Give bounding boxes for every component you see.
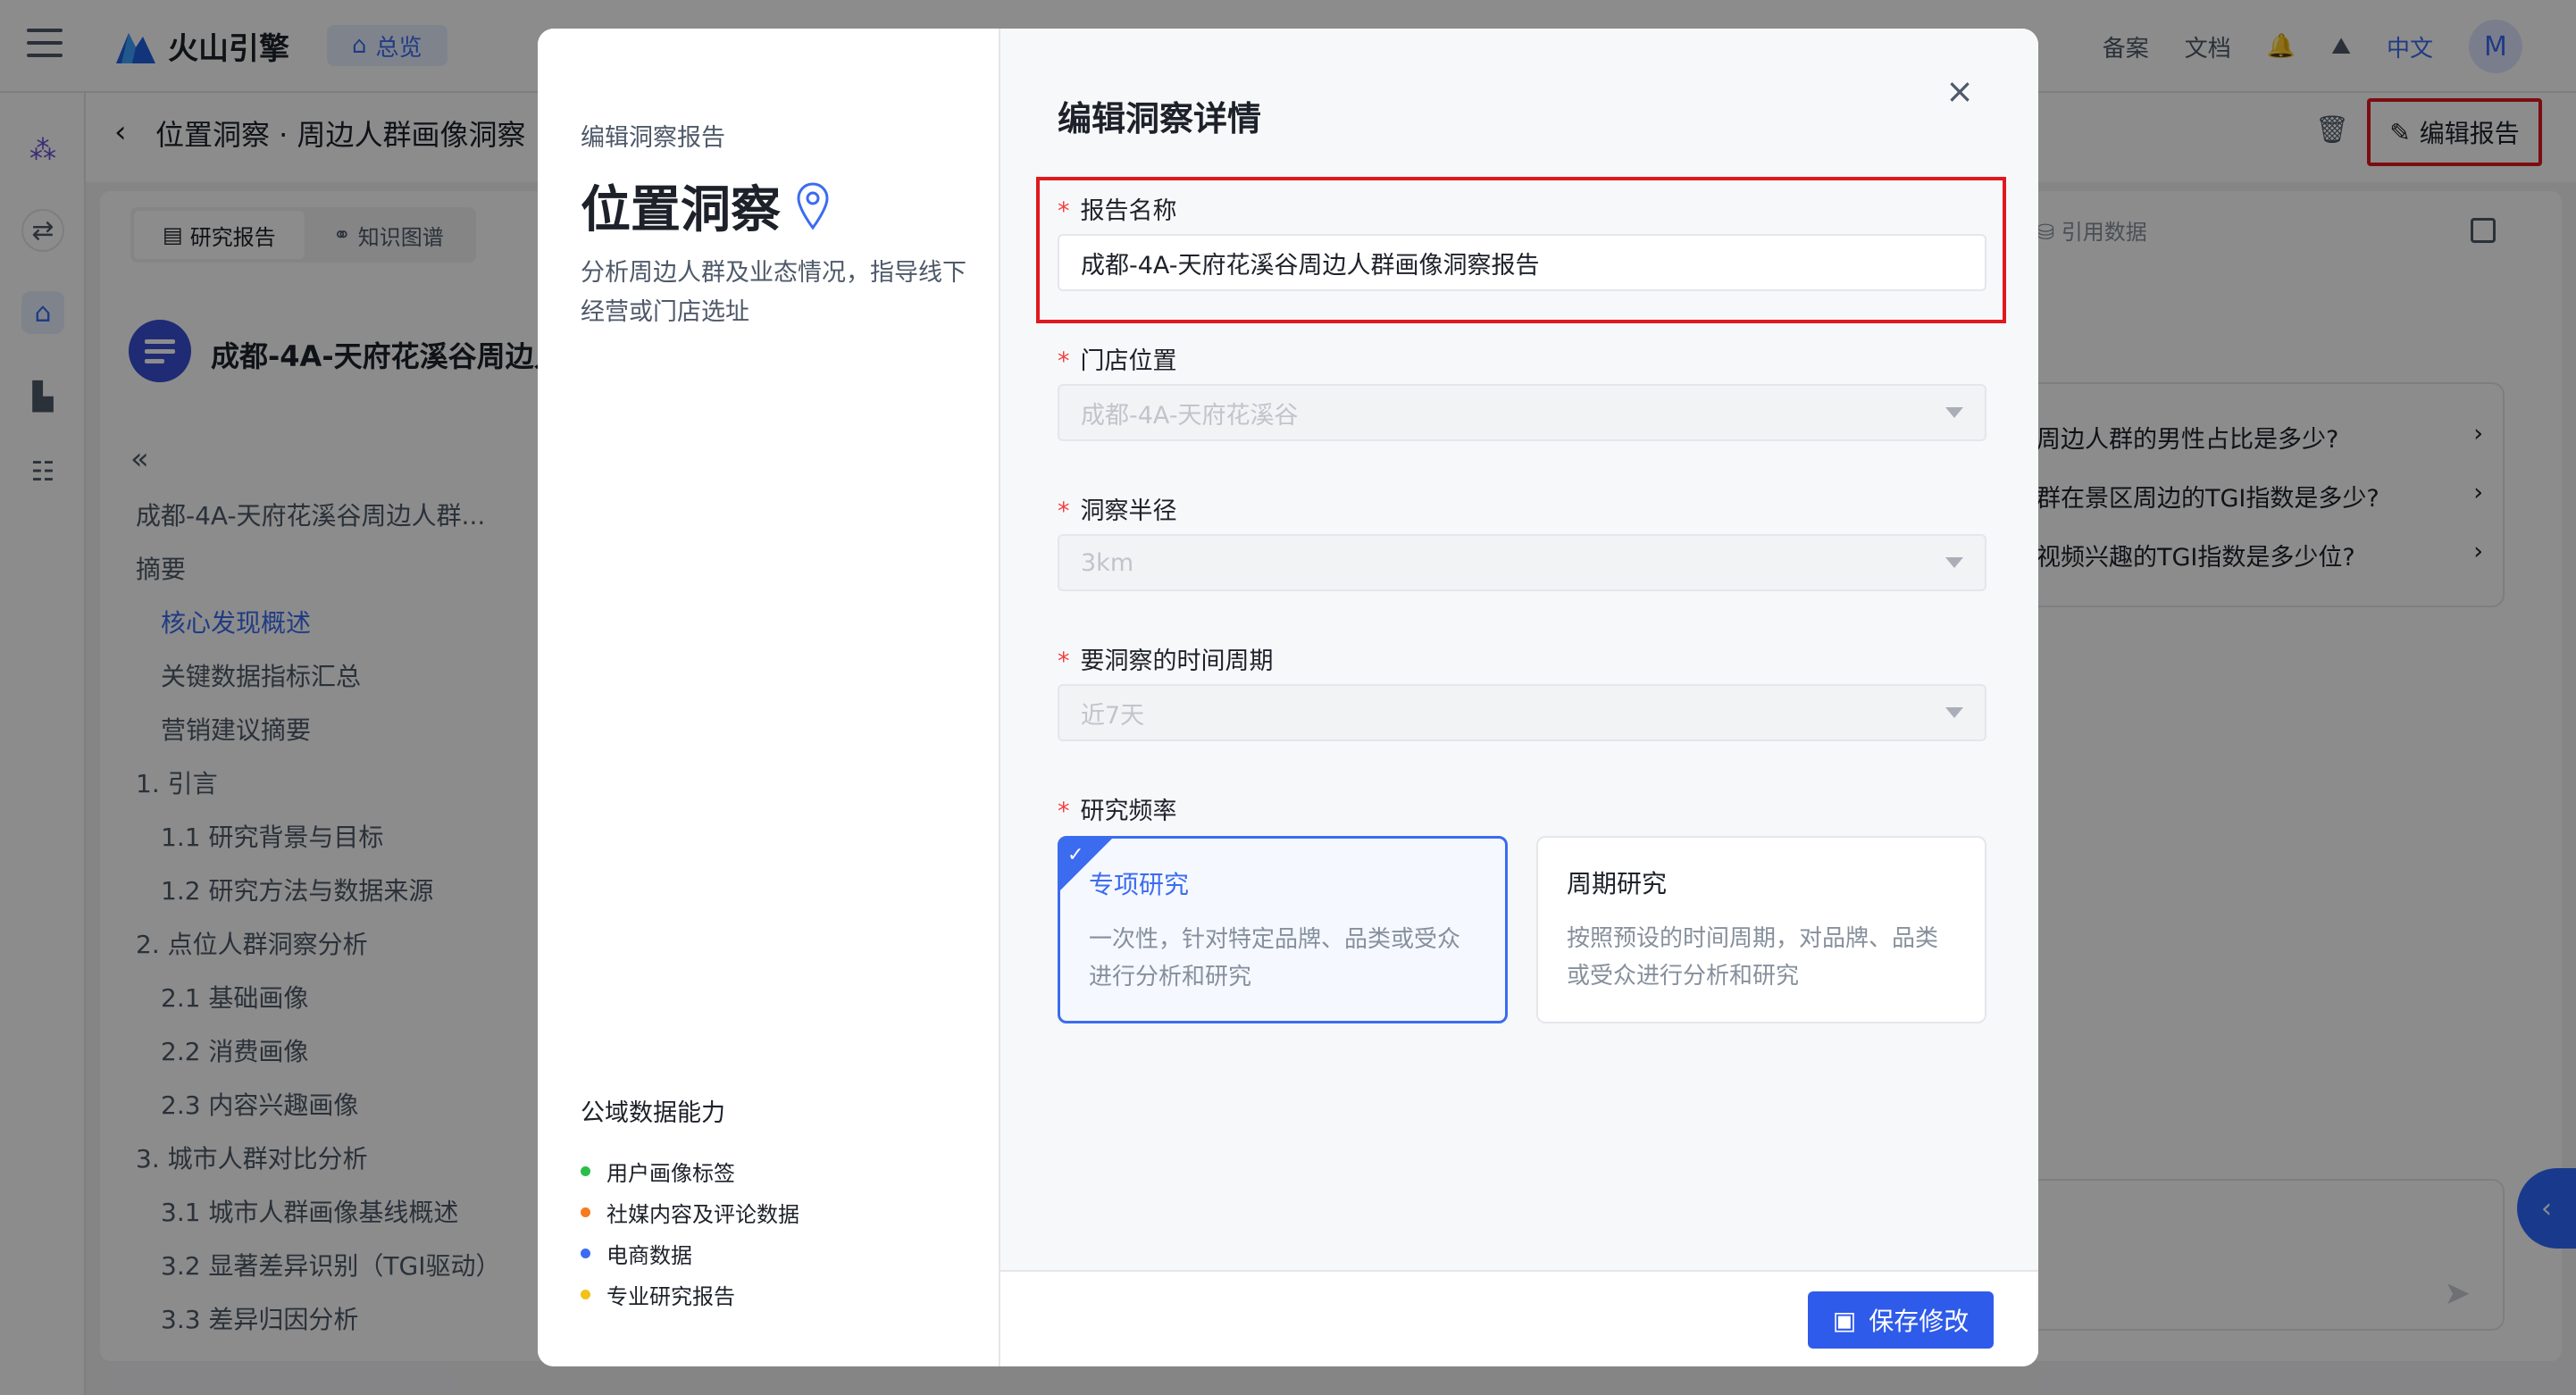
store-location-select[interactable]: 成都-4A-天府花溪谷: [1058, 384, 1986, 441]
report-name-input[interactable]: 成都-4A-天府花溪谷周边人群画像洞察报告: [1058, 234, 1986, 291]
capability-list: 用户画像标签社媒内容及评论数据 电商数据专业研究报告: [581, 1150, 799, 1315]
location-pin-icon: [797, 181, 829, 230]
freq-option-special[interactable]: ✓ 专项研究 一次性，针对特定品牌、品类或受众进行分析和研究: [1058, 836, 1508, 1023]
report-name-label: * 报告名称: [1058, 191, 1177, 226]
label-text: 洞察半径: [1080, 497, 1177, 525]
close-icon[interactable]: ×: [1942, 73, 1978, 109]
freq-title: 周期研究: [1567, 869, 1668, 898]
period-select[interactable]: 近7天: [1058, 684, 1986, 741]
capability-item: 社媒内容及评论数据: [581, 1191, 799, 1232]
radius-select[interactable]: 3km: [1058, 534, 1986, 591]
capability-item: 用户画像标签: [581, 1150, 799, 1191]
check-icon: ✓: [1067, 844, 1084, 866]
period-label: * 要洞察的时间周期: [1058, 641, 1274, 676]
edit-insight-modal: 编辑洞察报告 位置洞察 分析周边人群及业态情况，指导线下经营或门店选址 公域数据…: [538, 29, 2038, 1366]
capability-title: 公域数据能力: [581, 1099, 725, 1127]
freq-desc: 一次性，针对特定品牌、品类或受众进行分析和研究: [1089, 926, 1461, 990]
modal-title: 编辑洞察详情: [1058, 99, 1262, 138]
label-text: 报告名称: [1080, 197, 1177, 225]
chevron-down-icon: [1945, 707, 1963, 718]
required-mark: *: [1058, 497, 1070, 525]
store-location-label: * 门店位置: [1058, 341, 1177, 376]
capability-label: 用户画像标签: [606, 1160, 735, 1186]
label-text: 门店位置: [1080, 347, 1177, 375]
freq-option-periodic[interactable]: 周期研究 按照预设的时间周期，对品牌、品类或受众进行分析和研究: [1536, 836, 1986, 1023]
save-changes-button[interactable]: ▣ 保存修改: [1808, 1291, 1994, 1349]
capability-item: 电商数据: [581, 1232, 799, 1274]
bullet-dot-icon: [581, 1248, 590, 1258]
save-icon: ▣: [1832, 1305, 1857, 1335]
select-value: 成都-4A-天府花溪谷: [1081, 401, 1299, 430]
capability-item: 专业研究报告: [581, 1274, 799, 1315]
frequency-label: * 研究频率: [1058, 791, 1177, 826]
freq-desc: 按照预设的时间周期，对品牌、品类或受众进行分析和研究: [1567, 925, 1939, 990]
bullet-dot-icon: [581, 1207, 590, 1217]
required-mark: *: [1058, 798, 1070, 825]
label-text: 研究频率: [1080, 798, 1177, 825]
modal-intro: 编辑洞察报告 位置洞察 分析周边人群及业态情况，指导线下经营或门店选址 公域数据…: [538, 29, 1000, 1366]
label-text: 要洞察的时间周期: [1080, 647, 1274, 675]
chevron-down-icon: [1945, 407, 1963, 418]
capability-label: 社媒内容及评论数据: [606, 1201, 799, 1227]
chevron-down-icon: [1945, 557, 1963, 568]
bullet-dot-icon: [581, 1289, 590, 1299]
modal-subtitle: 编辑洞察报告: [581, 124, 725, 152]
select-value: 近7天: [1081, 701, 1145, 730]
radius-label: * 洞察半径: [1058, 491, 1177, 526]
intro-description: 分析周边人群及业态情况，指导线下经营或门店选址: [581, 259, 966, 326]
intro-title: 位置洞察: [581, 170, 831, 242]
bullet-dot-icon: [581, 1165, 590, 1176]
modal-form: 编辑洞察详情 × * 报告名称 成都-4A-天府花溪谷周边人群画像洞察报告 * 门店…: [1000, 29, 2038, 1366]
capability-label: 专业研究报告: [606, 1283, 735, 1309]
required-mark: *: [1058, 647, 1070, 675]
required-mark: *: [1058, 197, 1070, 225]
save-label: 保存修改: [1869, 1307, 1970, 1336]
select-value: 3km: [1081, 548, 1134, 577]
capability-label: 电商数据: [606, 1242, 692, 1268]
required-mark: *: [1058, 347, 1070, 375]
intro-title-text: 位置洞察: [581, 181, 781, 239]
freq-title: 专项研究: [1089, 870, 1190, 899]
